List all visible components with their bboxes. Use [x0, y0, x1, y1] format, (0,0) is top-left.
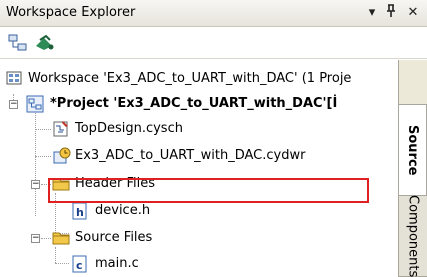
tab-components-label: Components	[405, 194, 421, 277]
graph-icon[interactable]	[34, 34, 54, 52]
header-file-icon: h	[72, 202, 90, 220]
tree-row-project[interactable]: − *Project 'Ex3_ADC_to_UART_with_DAC'[İ	[0, 93, 398, 115]
tree-row-item[interactable]: TopDesign.cysch	[0, 118, 398, 140]
workspace-explorer-window: Workspace Explorer ▾ ✕ Workspace 'Ex3_AD…	[0, 0, 427, 277]
tree-item-label: TopDesign.cysch	[75, 121, 183, 136]
c-file-icon: c	[72, 255, 90, 273]
folder-icon	[52, 230, 70, 248]
workspace-label: Workspace 'Ex3_ADC_to_UART_with_DAC' (1 …	[28, 71, 352, 86]
collapse-icon[interactable]: −	[31, 180, 40, 189]
tree-row-item[interactable]: h device.h	[0, 200, 398, 222]
highlight-box	[48, 178, 369, 203]
collapse-icon[interactable]: −	[31, 234, 40, 243]
dropdown-arrow-icon[interactable]: ▾	[364, 4, 380, 22]
tree-row-item[interactable]: Ex3_ADC_to_UART_with_DAC.cydwr	[0, 145, 398, 167]
tree-item-label: Ex3_ADC_to_UART_with_DAC.cydwr	[75, 148, 306, 163]
project-icon	[26, 95, 44, 113]
svg-text:c: c	[76, 259, 83, 272]
pin-icon[interactable]	[383, 4, 399, 24]
window-title: Workspace Explorer	[6, 5, 136, 20]
tree-item-label: main.c	[95, 256, 139, 271]
workspace-icon	[6, 70, 24, 88]
schematic-icon	[52, 120, 70, 138]
tab-components[interactable]: Components	[399, 194, 427, 277]
project-tree: Workspace 'Ex3_ADC_to_UART_with_DAC' (1 …	[0, 60, 398, 277]
tree-row-item[interactable]: c main.c	[0, 253, 398, 275]
tab-source-label: Source	[405, 124, 420, 176]
tab-source[interactable]: Source	[399, 104, 427, 196]
tab-strip: Source Components	[398, 60, 427, 277]
project-label: *Project 'Ex3_ADC_to_UART_with_DAC'[İ	[50, 96, 338, 111]
design-wide-resources-icon	[52, 147, 71, 165]
tree-view-icon[interactable]	[8, 34, 28, 52]
svg-text:h: h	[76, 206, 84, 219]
close-icon[interactable]: ✕	[405, 4, 421, 22]
tree-item-label: Source Files	[75, 230, 153, 245]
collapse-icon[interactable]: −	[9, 100, 18, 109]
title-bar[interactable]: Workspace Explorer ▾ ✕	[0, 0, 427, 27]
tree-item-label: device.h	[95, 203, 151, 218]
tree-row-workspace[interactable]: Workspace 'Ex3_ADC_to_UART_with_DAC' (1 …	[0, 68, 398, 90]
toolbar	[0, 27, 427, 59]
tree-row-folder[interactable]: − Source Files	[0, 227, 398, 249]
